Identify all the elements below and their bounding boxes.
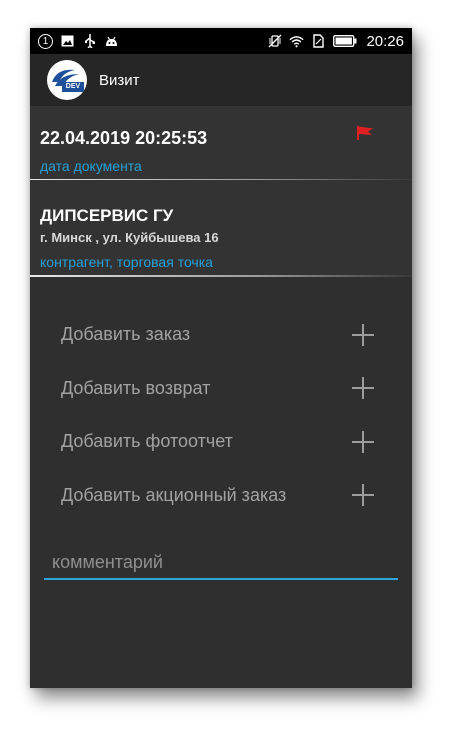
counterparty-section[interactable]: ДИПСЕРВИС ГУ г. Минск , ул. Куйбышева 16… xyxy=(30,180,412,276)
app-bar: DEV Визит xyxy=(30,54,412,106)
no-sim-icon xyxy=(311,34,326,48)
action-label: Добавить акционный заказ xyxy=(61,484,287,505)
add-order-button[interactable]: Добавить заказ xyxy=(30,308,412,362)
status-time: 20:26 xyxy=(366,32,404,50)
flag-icon[interactable] xyxy=(356,126,374,145)
counterparty-name: ДИПСЕРВИС ГУ xyxy=(40,206,174,225)
logo-text: DEV xyxy=(62,82,84,92)
action-label: Добавить фотоотчет xyxy=(61,431,233,452)
action-label: Добавить заказ xyxy=(61,324,191,345)
battery-icon xyxy=(333,34,357,48)
plus-icon[interactable] xyxy=(352,323,374,346)
app-logo[interactable]: DEV xyxy=(47,60,87,100)
document-date-value: 22.04.2019 20:25:53 xyxy=(40,128,208,148)
comment-input[interactable] xyxy=(44,546,398,580)
divider xyxy=(30,275,412,277)
wifi-icon xyxy=(289,34,305,48)
document-date-label: дата документа xyxy=(40,158,142,174)
status-right-icons: 20:26 xyxy=(267,33,404,50)
plus-icon[interactable] xyxy=(352,484,374,507)
phone-screen: 1 20:26 DEV Визит 22.04.2019 20:25:53 да… xyxy=(30,28,412,688)
action-label: Добавить возврат xyxy=(61,377,211,398)
notification-count-icon: 1 xyxy=(38,33,53,49)
app-title: Визит xyxy=(99,71,140,89)
document-date-section[interactable]: 22.04.2019 20:25:53 дата документа xyxy=(30,106,412,180)
counterparty-label: контрагент, торговая точка xyxy=(40,254,213,270)
add-return-button[interactable]: Добавить возврат xyxy=(30,362,412,416)
add-photo-report-button[interactable]: Добавить фотоотчет xyxy=(30,415,412,469)
counterparty-address: г. Минск , ул. Куйбышева 16 xyxy=(40,230,219,245)
add-promo-order-button[interactable]: Добавить акционный заказ xyxy=(30,469,412,523)
image-icon xyxy=(60,34,75,48)
action-list: Добавить заказ Добавить возврат Добавить… xyxy=(30,308,412,522)
plus-icon[interactable] xyxy=(352,377,374,400)
vibrate-off-icon xyxy=(267,34,282,48)
status-left-icons: 1 xyxy=(38,33,119,49)
android-debug-icon xyxy=(104,34,119,48)
status-bar: 1 20:26 xyxy=(30,28,412,54)
usb-icon xyxy=(82,34,97,48)
plus-icon[interactable] xyxy=(352,430,374,453)
